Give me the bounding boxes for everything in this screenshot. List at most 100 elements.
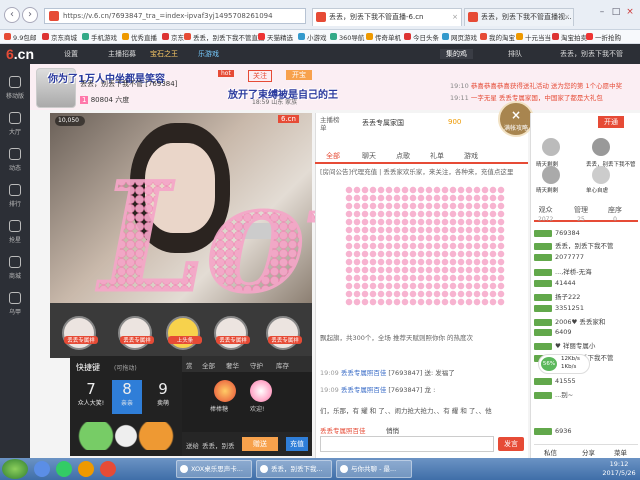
list-item[interactable]: 769384: [534, 229, 580, 237]
bookmark-item[interactable]: 京东商城: [42, 32, 77, 42]
send-to-name[interactable]: 丢丢，别丢: [202, 440, 235, 450]
tab-reward[interactable]: 赏: [186, 360, 193, 370]
system-clock[interactable]: 19:12 2017/5/26: [600, 460, 638, 478]
avatar[interactable]: [592, 138, 610, 156]
list-item[interactable]: 41555: [534, 377, 576, 385]
tab-gift-list[interactable]: 礼单: [430, 151, 444, 161]
bookmark-item[interactable]: 天猫精选: [258, 32, 293, 42]
tab-admins[interactable]: 管理 25: [574, 205, 588, 223]
bookmark-item[interactable]: 十元当当: [516, 32, 551, 42]
queue-link[interactable]: 排队: [508, 49, 522, 59]
tab-room-1[interactable]: 丢丢，别丢下我不管直播-6.cn ×: [312, 8, 462, 26]
open-gift-button[interactable]: 开宝: [286, 70, 312, 80]
sidebar-item-armor[interactable]: 乌甲: [0, 286, 30, 322]
chat-input[interactable]: [320, 436, 494, 452]
site-logo[interactable]: 6.cn: [6, 46, 34, 62]
bookmark-item[interactable]: 一折抢购: [586, 32, 621, 42]
chat-target-user[interactable]: 丢丢专属照百佳: [320, 425, 366, 435]
avatar[interactable]: [542, 166, 560, 184]
close-icon[interactable]: ×: [564, 9, 570, 25]
send-message-button[interactable]: 发言: [498, 437, 524, 451]
close-window-icon[interactable]: ×: [624, 6, 636, 18]
taskbar-item[interactable]: 丢丢，别丢下我...: [256, 460, 332, 478]
gift-item[interactable]: 丢丢专属祥: [266, 316, 302, 350]
bookmark-item[interactable]: 我的淘宝: [480, 32, 515, 42]
bookmark-item[interactable]: 丢丢，别丢下我不管直播: [184, 32, 265, 42]
open-guard-button[interactable]: 开通: [598, 116, 624, 128]
lollipop-gift[interactable]: [214, 380, 236, 402]
bookmark-item[interactable]: 优秀直播: [122, 32, 157, 42]
hotkey-8[interactable]: 8 亲亲: [112, 380, 142, 414]
gift-item[interactable]: 丢丢专属祥: [118, 316, 154, 350]
sidebar-item-hall[interactable]: 大厅: [0, 106, 30, 142]
list-item[interactable]: ...别~: [534, 389, 573, 399]
tab-room-2[interactable]: 丢丢，别丢下我不管直播视... ×: [464, 8, 574, 26]
sidebar-item-feed[interactable]: 动态: [0, 142, 30, 178]
maximize-icon[interactable]: □: [610, 6, 622, 18]
tab-chat[interactable]: 聊天: [362, 151, 376, 161]
gift-item[interactable]: 丢丢专属祥: [62, 316, 98, 350]
tab-seats[interactable]: 座序 0: [608, 205, 622, 223]
avatar[interactable]: [592, 166, 610, 184]
recruit-link[interactable]: 主播招募: [108, 49, 136, 59]
welcome-gift[interactable]: [250, 380, 272, 402]
list-item[interactable]: 2006♥ 丢丢家和: [534, 316, 605, 326]
bookmark-item[interactable]: 今日头条: [404, 32, 439, 42]
gift-item[interactable]: 丢丢专属祥: [214, 316, 250, 350]
hotkey-9[interactable]: 9 卖萌: [148, 380, 178, 414]
list-item[interactable]: 扬子222: [534, 291, 580, 301]
sidebar-item-shop[interactable]: 商城: [0, 250, 30, 286]
taskbar-item[interactable]: XOX桌乐思声卡...: [176, 460, 252, 478]
game-link[interactable]: 乐游戏: [198, 49, 219, 59]
avatar[interactable]: [542, 138, 560, 156]
bookmark-item[interactable]: 传奇单机: [366, 32, 401, 42]
headline-gift[interactable]: 上头条: [166, 316, 202, 350]
tab-song[interactable]: 点歌: [396, 151, 410, 161]
list-item[interactable]: 6936: [534, 427, 572, 435]
list-item[interactable]: ...,祥桥-无海: [534, 266, 592, 276]
private-message-button[interactable]: 私信: [544, 447, 557, 457]
app-icon[interactable]: [78, 461, 94, 477]
tab-all[interactable]: 全部: [202, 360, 215, 370]
user-menu[interactable]: 丢丢，别丢下我不管: [560, 49, 623, 59]
bookmark-item[interactable]: 小游戏: [298, 32, 327, 42]
back-icon[interactable]: ‹: [4, 7, 20, 23]
follow-button[interactable]: 关注: [248, 70, 272, 82]
app-icon[interactable]: [100, 461, 116, 477]
menu-button[interactable]: 菜单: [614, 447, 627, 457]
gem-king-link[interactable]: 宝石之王: [150, 49, 178, 59]
minimize-icon[interactable]: –: [596, 6, 608, 18]
tab-stock[interactable]: 库存: [276, 360, 289, 370]
list-item[interactable]: 丢丢，别丢下我不管: [534, 240, 614, 250]
tab-audience[interactable]: 观众 2072: [538, 205, 553, 223]
bookmark-item[interactable]: 网页游戏: [442, 32, 477, 42]
list-item[interactable]: 2077777: [534, 253, 584, 261]
tab-all-chat[interactable]: 全部: [326, 151, 340, 161]
whisper-checkbox[interactable]: 悄悄: [386, 425, 399, 435]
tab-luxury[interactable]: 奢华: [226, 360, 239, 370]
bookmark-item[interactable]: 手机游戏: [82, 32, 117, 42]
bookmark-item[interactable]: 360导航: [330, 32, 364, 42]
hotkey-7[interactable]: 7 众人大笑!: [76, 380, 106, 414]
sticker-row[interactable]: [76, 422, 176, 450]
give-gift-button[interactable]: 赠送: [242, 437, 278, 451]
start-button[interactable]: [2, 459, 28, 479]
sidebar-item-rank[interactable]: 排行: [0, 178, 30, 214]
host-chip[interactable]: 丢丢专属家国: [362, 118, 404, 128]
sidebar-item-star[interactable]: 抢星: [0, 214, 30, 250]
list-item[interactable]: 41444: [534, 279, 576, 287]
address-bar[interactable]: https://v.6.cn/7693847_tra_=index-ipvaf3…: [44, 8, 306, 24]
settings-link[interactable]: 设置: [64, 49, 78, 59]
hotkey-panel[interactable]: 快捷键 (可拖动) 7 众人大笑! 8 亲亲 9 卖萌: [70, 356, 182, 456]
recharge-button[interactable]: 充值: [286, 437, 308, 451]
host-rank-label[interactable]: 主播榜单: [320, 116, 342, 132]
list-item[interactable]: 6409: [534, 328, 572, 336]
taskbar-item[interactable]: 与你共聊 - 最...: [336, 460, 412, 478]
share-button[interactable]: 分享: [582, 447, 595, 457]
sidebar-item-mobile[interactable]: 移动版: [0, 70, 30, 106]
close-icon[interactable]: ×: [452, 9, 458, 25]
list-item[interactable]: ♥ 祥丽专属小: [534, 340, 595, 350]
promo-link[interactable]: 集的鸡: [440, 49, 473, 59]
bookmark-item[interactable]: 9.9包邮: [4, 32, 36, 42]
app-icon[interactable]: [56, 461, 72, 477]
